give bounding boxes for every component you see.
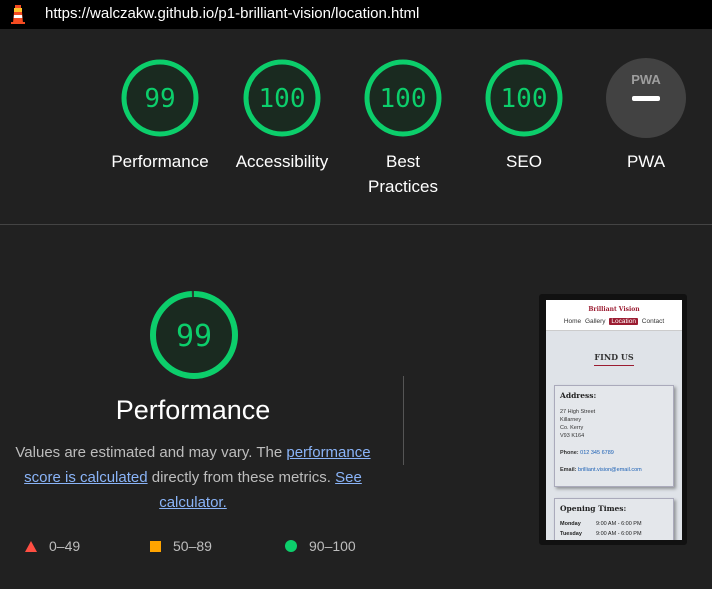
triangle-icon: [25, 541, 37, 552]
email-value: brilliant.vision@email.com: [578, 467, 642, 473]
nav-location: Location: [609, 318, 638, 325]
gauge-score: 100: [501, 84, 548, 114]
performance-score: 99: [176, 319, 212, 354]
gauge-label: Accessibility: [235, 152, 329, 171]
gauge-score: 100: [259, 84, 306, 114]
score-ring: 100: [485, 59, 563, 137]
dash-icon: [632, 96, 660, 101]
heading-underline: [594, 365, 634, 366]
address-bar: https://walczakw.github.io/p1-brilliant-…: [0, 0, 712, 29]
hours-day: Monday: [560, 521, 581, 527]
legend-range: 0–49: [49, 538, 81, 554]
address-line: Co. Kerry: [560, 425, 584, 431]
email-label: Email:: [560, 467, 577, 473]
address-heading: Address:: [560, 391, 597, 400]
gauge-score: 99: [144, 84, 175, 114]
square-icon: [150, 541, 161, 552]
lighthouse-icon: [11, 5, 25, 24]
address-line: Killarney: [560, 417, 582, 423]
legend-average: 50–89: [150, 538, 212, 554]
address-line: V93 K164: [560, 433, 585, 439]
hours-time: 9:00 AM - 6:00 PM: [596, 531, 642, 537]
page-url[interactable]: https://walczakw.github.io/p1-brilliant-…: [45, 5, 419, 22]
gauge-accessibility[interactable]: 100 Accessibility: [222, 57, 342, 174]
category-gauges: 99 Performance 100 Accessibility 100 Bes…: [0, 29, 712, 224]
address-line: 27 High Street: [560, 409, 596, 415]
gauge-performance[interactable]: 99 Performance: [100, 57, 220, 174]
site-nav: Home Gallery Location Contact: [546, 318, 682, 325]
address-card: Address: 27 High Street Killarney Co. Ke…: [554, 385, 674, 487]
nav-gallery: Gallery: [584, 318, 606, 325]
desc-text: directly from these metrics.: [147, 469, 336, 486]
pwa-badge-text: PWA: [631, 72, 661, 87]
vertical-divider: [403, 376, 404, 465]
opening-times-card: Opening Times: Monday 9:00 AM - 6:00 PM T…: [554, 498, 674, 540]
final-screenshot[interactable]: Brilliant Vision Home Gallery Location C…: [546, 300, 682, 540]
pwa-badge-icon: PWA: [606, 58, 686, 138]
gauge-seo[interactable]: 100 SEO: [464, 57, 584, 174]
legend-range: 90–100: [309, 538, 356, 554]
score-ring: 99: [121, 59, 199, 137]
site-brand: Brilliant Vision: [588, 306, 640, 313]
score-description: Values are estimated and may vary. The p…: [10, 440, 376, 515]
score-ring: 100: [243, 59, 321, 137]
opening-times-heading: Opening Times:: [560, 504, 627, 513]
circle-icon: [285, 540, 297, 552]
nav-home: Home: [563, 318, 582, 325]
nav-contact: Contact: [641, 318, 665, 325]
gauge-best-practices[interactable]: 100 Best Practices: [343, 57, 463, 199]
phone-row: Phone: 012 345 6789: [560, 449, 614, 457]
legend-range: 50–89: [173, 538, 212, 554]
legend-pass: 90–100: [285, 538, 356, 554]
hours-row: Tuesday 9:00 AM - 6:00 PM: [560, 531, 642, 537]
performance-gauge-large: 99: [150, 291, 238, 379]
category-title: Performance: [115, 395, 271, 425]
find-us-heading: FIND US: [594, 352, 634, 362]
gauge-label: PWA: [626, 152, 666, 171]
gauge-pwa[interactable]: PWA PWA: [586, 57, 706, 174]
phone-value: 012 345 6789: [580, 450, 614, 456]
hours-time: 9:00 AM - 6:00 PM: [596, 521, 642, 527]
email-row: Email: brilliant.vision@email.com: [560, 466, 642, 474]
hours-row: Monday 9:00 AM - 6:00 PM: [560, 521, 642, 527]
hours-day: Tuesday: [560, 531, 582, 537]
gauge-label: SEO: [506, 152, 542, 171]
score-ring: 100: [364, 59, 442, 137]
gauge-label: Best Practices: [368, 152, 438, 196]
section-divider: [0, 224, 712, 225]
gauge-score: 100: [380, 84, 427, 114]
desc-text: Values are estimated and may vary. The: [15, 444, 287, 461]
legend-fail: 0–49: [25, 538, 80, 554]
phone-label: Phone:: [560, 450, 579, 456]
gauge-label: Performance: [111, 152, 209, 171]
